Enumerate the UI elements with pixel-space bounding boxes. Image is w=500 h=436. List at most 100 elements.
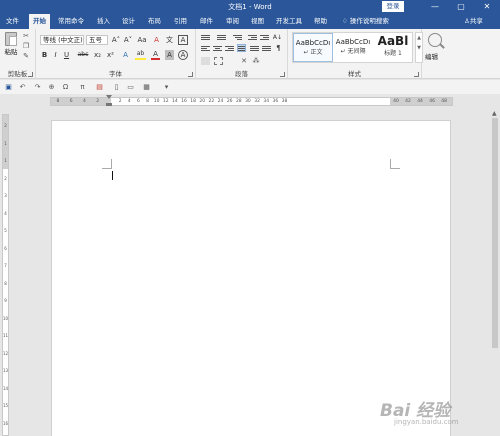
underline-button[interactable]: U [62,50,71,60]
enclose-characters-button[interactable]: A [178,50,188,60]
style-normal[interactable]: AaBbCcDı ↵ 正文 [293,33,333,62]
styles-group-label: 样式 [348,70,361,78]
paragraph-launcher[interactable] [280,72,285,77]
chinese-layout-icon[interactable]: ✕ [240,57,248,65]
login-button[interactable]: 登录 [382,1,404,12]
customize-qat-icon[interactable]: ▾ [162,83,171,91]
tab-mailings[interactable]: 邮件 [200,14,213,29]
bold-button[interactable]: B [40,50,49,60]
copy-icon[interactable]: ❐ [22,42,30,50]
ruler-number: 2 [96,99,100,104]
tab-common-commands[interactable]: 常用命令 [58,14,84,29]
distributed-icon[interactable] [250,45,259,53]
scroll-up-arrow-icon[interactable]: ▲ [492,110,497,117]
symbol-icon[interactable]: Ω [61,83,70,91]
ruler-number: 8 [56,99,60,104]
shrink-font-button[interactable]: A˅ [123,35,133,45]
borders-icon[interactable] [214,57,223,65]
open-icon[interactable]: ▭ [126,83,135,91]
redo-icon[interactable]: ↷ [33,83,42,91]
cut-icon[interactable]: ✂ [22,32,30,40]
superscript-button[interactable]: x² [105,50,116,60]
tell-me-label: 操作说明搜索 [349,17,389,25]
font-size-select[interactable]: 五号 [86,35,108,45]
vertical-ruler-number: 2 [4,175,7,181]
line-spacing-icon[interactable] [262,45,271,53]
insert-picture-icon[interactable]: ▤ [95,83,104,91]
text-effects-button[interactable]: A [121,50,130,60]
styles-launcher[interactable] [414,72,419,77]
restore-button[interactable]: ▢ [454,1,468,12]
tab-help[interactable]: 帮助 [314,14,327,29]
highlight-button[interactable]: ab [135,50,146,60]
tab-file[interactable]: 文件 [6,14,19,29]
style-no-spacing[interactable]: AaBbCcDı ↵ 无间隔 [333,33,373,62]
tab-developer[interactable]: 开发工具 [276,14,302,29]
font-color-button[interactable]: A [151,50,160,60]
italic-button[interactable]: I [51,50,60,60]
paste-button[interactable]: 粘贴 [3,32,19,62]
vertical-ruler-number: 8 [4,280,7,286]
clear-formatting-button[interactable]: A [152,35,161,45]
tab-review[interactable]: 审阅 [226,14,239,29]
numbering-icon[interactable] [217,34,226,42]
vertical-ruler-number: 12 [3,350,9,356]
ruler-number: 4 [83,99,86,104]
tab-layout[interactable]: 布局 [148,14,161,29]
tab-insert[interactable]: 插入 [97,14,110,29]
shading-icon[interactable] [201,57,210,65]
equation-icon[interactable]: π [78,83,87,91]
document-page[interactable] [51,120,451,436]
minimize-button[interactable]: — [428,1,442,12]
styles-gallery-scroll[interactable]: ▲ ▼ [415,32,423,63]
paragraph-group-label: 段落 [235,70,248,78]
clipboard-launcher[interactable] [28,72,33,77]
font-name-select[interactable]: 等线 (中文正) [40,35,84,45]
bullets-icon[interactable] [201,34,210,42]
vertical-ruler[interactable]: 2 1 1 2 3 4 5 6 7 8 9 10 11 12 13 14 15 16 [2,114,9,436]
close-button[interactable]: ✕ [480,1,494,12]
tab-view[interactable]: 视图 [251,14,264,29]
scrollbar-thumb[interactable] [492,118,498,348]
tab-references[interactable]: 引用 [174,14,187,29]
character-border-button[interactable]: A [178,35,188,45]
asian-typography-icon[interactable]: ⁂ [252,57,260,65]
indent-marker[interactable] [106,95,113,108]
tab-design[interactable]: 设计 [122,14,135,29]
phonetic-guide-button[interactable]: 文 [165,35,174,45]
subscript-button[interactable]: x₂ [92,50,103,60]
change-case-button[interactable]: Aa [136,35,148,45]
multilevel-list-icon[interactable] [233,34,242,42]
tab-home[interactable]: 开始 [29,14,50,29]
style-no-spacing-name: ↵ 无间隔 [340,48,366,55]
new-document-icon[interactable]: ▯ [112,83,121,91]
increase-indent-icon[interactable] [260,34,269,42]
style-heading-1[interactable]: AaBl 标题 1 [373,33,413,62]
print-preview-icon[interactable]: ⊕ [47,83,56,91]
format-painter-icon[interactable]: ✎ [22,52,30,60]
style-normal-name: ↵ 正文 [303,49,323,56]
vertical-ruler-number: 14 [3,385,9,391]
align-right-icon[interactable] [225,45,234,53]
ribbon-tab-bar: 文件 开始 常用命令 插入 设计 布局 引用 邮件 审阅 视图 开发工具 帮助 … [0,14,500,29]
grow-font-button[interactable]: A˄ [111,35,121,45]
save-icon[interactable]: ▣ [4,83,13,91]
decrease-indent-icon[interactable] [248,34,257,42]
align-left-icon[interactable] [201,45,210,53]
font-launcher[interactable] [188,72,193,77]
editing-button[interactable]: 编辑 [425,51,438,61]
vertical-scrollbar[interactable]: ▲ [490,110,500,436]
align-center-icon[interactable] [213,45,222,53]
justify-icon[interactable] [237,44,246,52]
tell-me-search[interactable]: ♢ 操作说明搜索 [342,14,389,29]
undo-icon[interactable]: ↶ [18,83,27,91]
character-shading-button[interactable]: A [165,50,174,60]
search-icon[interactable] [428,33,442,47]
strikethrough-button[interactable]: abc [76,50,90,60]
show-marks-button[interactable]: ¶ [274,43,283,53]
share-button[interactable]: ♙共享 [464,14,483,29]
table-icon[interactable]: ▦ [142,83,151,91]
vertical-ruler-number: 2 [4,123,7,128]
clipboard-group: 粘贴 ✂ ❐ ✎ 剪贴板 [0,29,36,79]
sort-button[interactable]: A↓ [272,33,283,43]
